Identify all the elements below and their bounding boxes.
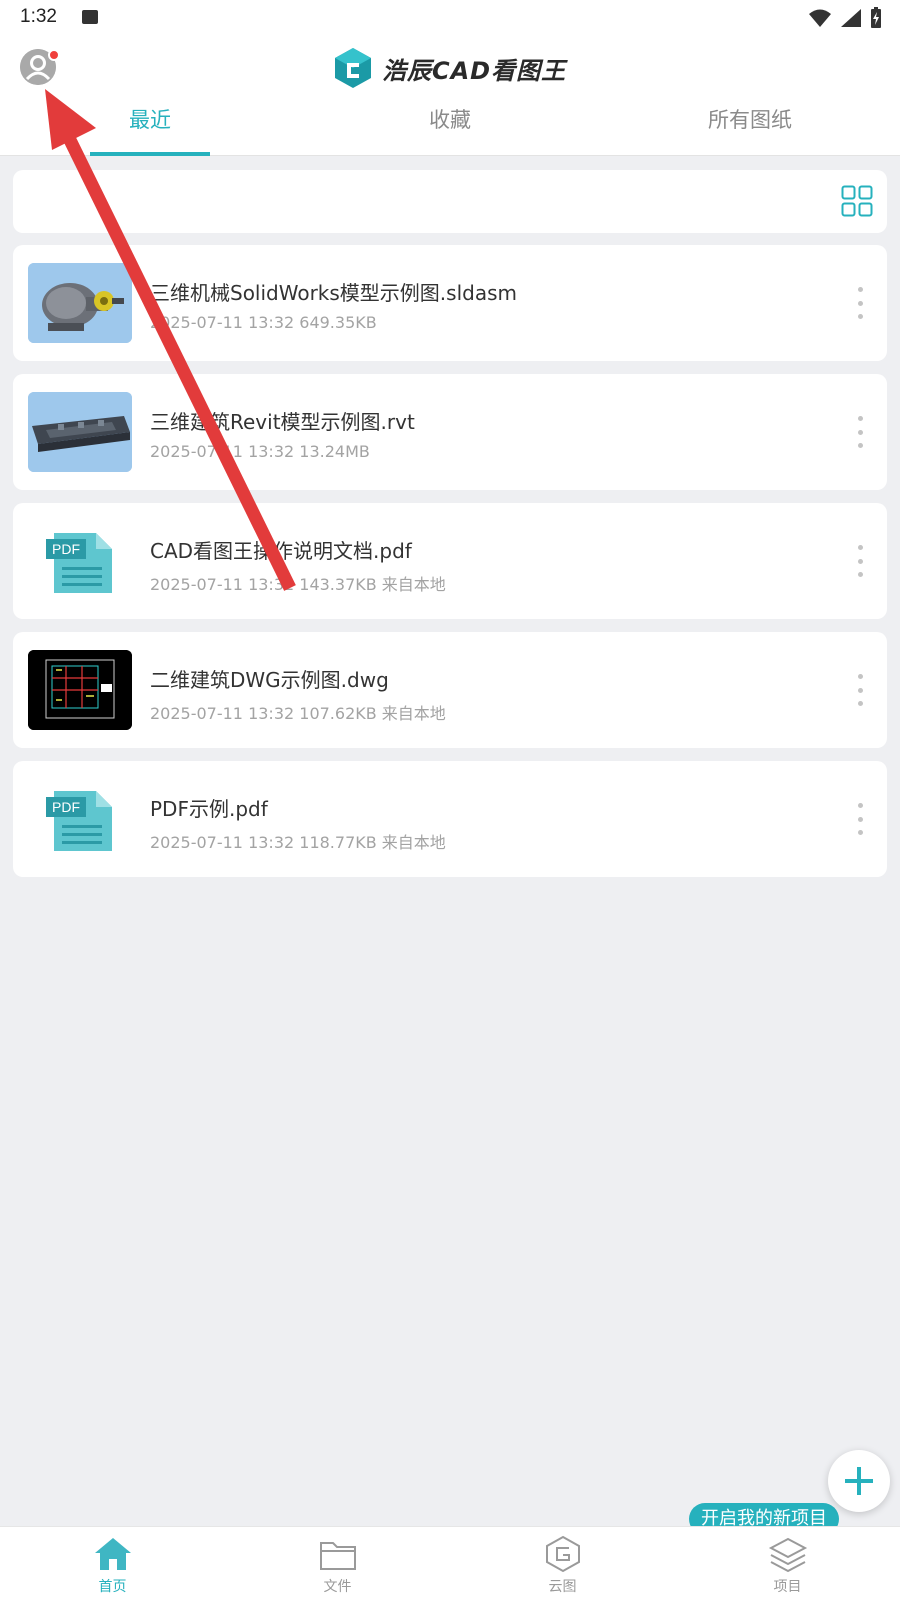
file-item[interactable]: 二维建筑DWG示例图.dwg 2025-07-11 13:32 107.62KB…: [13, 632, 887, 748]
view-toolbar: [13, 170, 887, 233]
file-thumbnail: [28, 650, 132, 730]
wifi-icon: [809, 9, 831, 27]
home-icon: [94, 1538, 131, 1570]
bottom-navigation: 首页 文件 云图 项目: [0, 1526, 900, 1600]
building-model-icon: [28, 392, 132, 472]
layers-icon: [768, 1537, 807, 1573]
mechanical-model-icon: [28, 263, 132, 343]
nav-label: 文件: [323, 1579, 352, 1595]
tab-bar: 最近 收藏 所有图纸: [0, 98, 900, 156]
nav-cloud-drawing[interactable]: 云图: [450, 1527, 675, 1600]
file-thumbnail: PDF: [28, 521, 132, 601]
pdf-file-icon: PDF: [46, 533, 112, 593]
more-options-icon[interactable]: [855, 287, 865, 319]
file-item[interactable]: PDF CAD看图王操作说明文档.pdf 2025-07-11 13:32 14…: [13, 503, 887, 619]
status-time: 1:32: [20, 6, 57, 27]
cloud-drawing-icon: [545, 1535, 580, 1573]
grid-view-icon[interactable]: [841, 185, 873, 217]
file-meta: 2025-07-11 13:32 143.37KB 来自本地: [150, 575, 446, 594]
pdf-badge: PDF: [52, 799, 80, 815]
status-bar: 1:32: [0, 0, 900, 36]
file-item[interactable]: PDF PDF示例.pdf 2025-07-11 13:32 118.77KB …: [13, 761, 887, 877]
nav-label: 云图: [548, 1579, 577, 1595]
file-thumbnail: [28, 392, 132, 472]
file-thumbnail: [28, 263, 132, 343]
nav-files[interactable]: 文件: [225, 1527, 450, 1600]
tab-all-drawings[interactable]: 所有图纸: [600, 98, 900, 156]
nav-label: 首页: [98, 1579, 127, 1595]
file-name: PDF示例.pdf: [150, 797, 268, 821]
logo-text: 浩辰CAD看图王: [382, 56, 567, 85]
file-meta: 2025-07-11 13:32 118.77KB 来自本地: [150, 833, 446, 852]
notification-dot: [48, 49, 60, 61]
pdf-badge: PDF: [52, 541, 80, 557]
tab-favorites[interactable]: 收藏: [300, 98, 600, 156]
file-name: 三维建筑Revit模型示例图.rvt: [150, 410, 415, 434]
file-name: 三维机械SolidWorks模型示例图.sldasm: [150, 281, 517, 305]
plus-icon: [845, 1467, 873, 1495]
logo-icon: [335, 48, 371, 88]
file-name: CAD看图王操作说明文档.pdf: [150, 539, 412, 563]
file-meta: 2025-07-11 13:32 649.35KB: [150, 313, 377, 332]
pdf-file-icon: PDF: [46, 791, 112, 851]
dwg-drawing-icon: [28, 650, 132, 730]
add-button[interactable]: [828, 1450, 890, 1512]
file-item[interactable]: 三维机械SolidWorks模型示例图.sldasm 2025-07-11 13…: [13, 245, 887, 361]
file-thumbnail: PDF: [28, 779, 132, 859]
file-name: 二维建筑DWG示例图.dwg: [150, 668, 389, 692]
battery-icon: [871, 7, 881, 28]
file-meta: 2025-07-11 13:32 107.62KB 来自本地: [150, 704, 446, 723]
nav-home[interactable]: 首页: [0, 1527, 225, 1600]
app-header: 浩辰CAD看图王 最近 收藏 所有图纸: [0, 36, 900, 156]
tab-recent[interactable]: 最近: [0, 98, 300, 156]
file-meta: 2025-07-11 13:32 13.24MB: [150, 442, 370, 461]
file-item[interactable]: 三维建筑Revit模型示例图.rvt 2025-07-11 13:32 13.2…: [13, 374, 887, 490]
more-options-icon[interactable]: [855, 545, 865, 577]
nav-label: 项目: [773, 1579, 802, 1595]
more-options-icon[interactable]: [855, 674, 865, 706]
nav-projects[interactable]: 项目: [675, 1527, 900, 1600]
more-options-icon[interactable]: [855, 803, 865, 835]
folder-icon: [319, 1542, 356, 1570]
more-options-icon[interactable]: [855, 416, 865, 448]
app-logo: 浩辰CAD看图王: [334, 46, 566, 90]
status-icons: [808, 7, 882, 29]
signal-icon: [841, 9, 861, 27]
image-notification-icon: [82, 10, 98, 24]
